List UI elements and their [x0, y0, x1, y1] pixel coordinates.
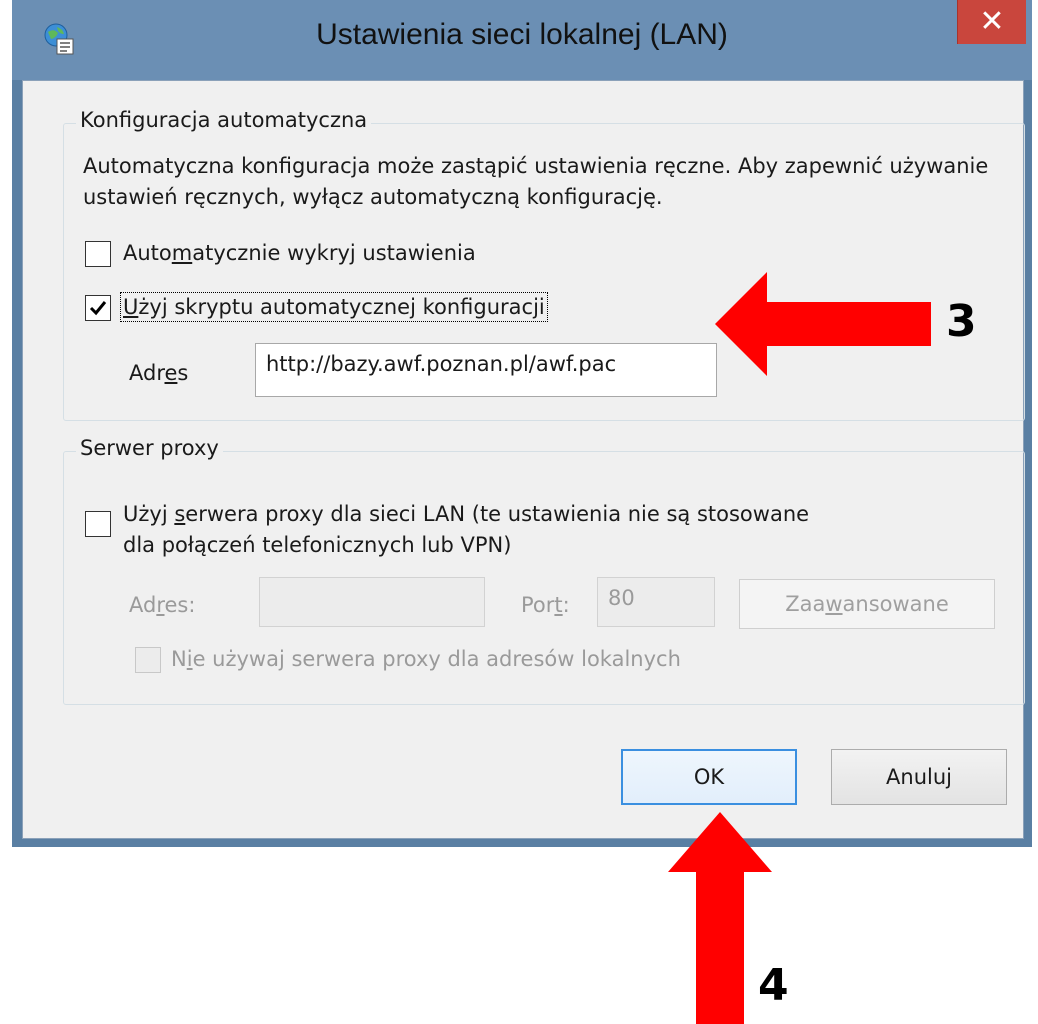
cancel-button[interactable]: Anuluj [831, 749, 1007, 805]
proxy-legend: Serwer proxy [76, 436, 223, 460]
checkmark-icon [89, 301, 107, 316]
use-script-checkbox[interactable] [85, 295, 111, 321]
auto-config-description: Automatyczna konfiguracja może zastąpić … [83, 154, 989, 209]
use-script-label[interactable]: Użyj skryptu automatycznej konfiguracji [120, 292, 548, 322]
auto-config-legend: Konfiguracja automatyczna [76, 108, 372, 132]
detect-settings-checkbox[interactable] [85, 241, 111, 267]
arrow-up-annotation [668, 812, 772, 1024]
window-title: Ustawienia sieci lokalnej (LAN) [316, 18, 728, 51]
step-3-label: 3 [946, 296, 977, 347]
arrow-left-annotation [715, 272, 931, 376]
proxy-address-input[interactable] [259, 577, 485, 627]
dialog-body: Konfiguracja automatyczna Automatyczna k… [22, 80, 1025, 839]
ok-button[interactable]: OK [621, 749, 797, 805]
proxy-address-label: Adres: [129, 593, 196, 617]
script-address-input[interactable]: http://bazy.awf.poznan.pl/awf.pac [255, 343, 717, 397]
use-proxy-checkbox[interactable] [85, 511, 111, 537]
advanced-button[interactable]: Zaawansowane [739, 579, 995, 629]
title-bar: Ustawienia sieci lokalnej (LAN) ✕ [12, 0, 1032, 80]
bypass-local-checkbox[interactable] [135, 647, 161, 673]
close-button[interactable]: ✕ [957, 0, 1026, 44]
detect-settings-label[interactable]: Automatycznie wykryj ustawienia [123, 241, 476, 265]
step-4-label: 4 [758, 960, 789, 1011]
proxy-port-input[interactable]: 80 [597, 577, 715, 627]
bypass-local-label[interactable]: Nie używaj serwera proxy dla adresów lok… [171, 647, 681, 671]
proxy-port-label: Port: [521, 593, 570, 617]
close-icon: ✕ [979, 4, 1005, 39]
script-address-label: Adres [129, 361, 189, 385]
use-proxy-label[interactable]: Użyj serwera proxy dla sieci LAN (te ust… [123, 499, 809, 561]
lan-settings-dialog: Ustawienia sieci lokalnej (LAN) ✕ Konfig… [12, 0, 1032, 847]
